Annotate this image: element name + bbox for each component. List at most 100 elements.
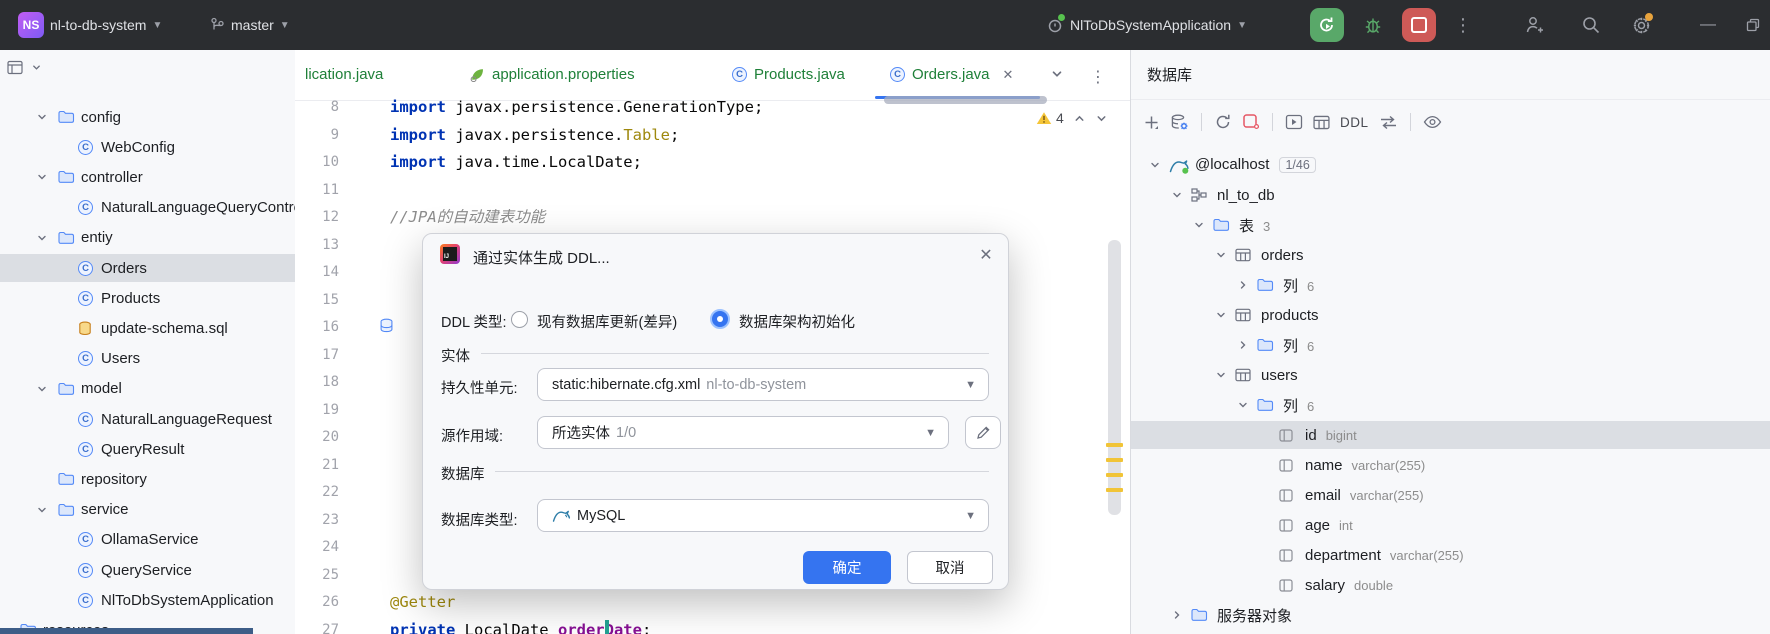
db-type-select[interactable]: MySQL ▼ [537, 499, 989, 532]
edit-entities-button[interactable] [965, 416, 1001, 449]
warning-stripe-mark[interactable] [1106, 488, 1123, 492]
minimize-button[interactable]: — [1695, 12, 1721, 38]
chevron-down-icon[interactable] [36, 383, 50, 395]
pencil-icon [976, 426, 990, 439]
db-item-列[interactable]: 列6 [1131, 391, 1770, 419]
class-icon: C [78, 592, 93, 608]
tab-list-chevron-icon[interactable] [1050, 67, 1064, 81]
tab-Products.java[interactable]: C Products.java [732, 50, 845, 99]
chevron-down-icon[interactable] [1193, 219, 1207, 231]
restore-window-button[interactable] [1740, 12, 1766, 38]
stop-button[interactable] [1402, 8, 1436, 42]
project-item-controller[interactable]: controller [0, 163, 295, 191]
project-item-QueryResult[interactable]: C QueryResult [0, 435, 295, 463]
chevron-down-icon[interactable] [1215, 309, 1229, 321]
project-item-config[interactable]: config [0, 103, 295, 131]
ok-button[interactable]: 确定 [803, 551, 891, 584]
branch-widget[interactable]: master ▼ [210, 0, 290, 50]
chevron-down-icon[interactable] [1237, 399, 1251, 411]
db-settings-icon[interactable] [1170, 114, 1189, 131]
chevron-down-icon[interactable] [36, 504, 50, 516]
compare-icon[interactable] [1379, 115, 1398, 130]
project-item-service[interactable]: service [0, 496, 295, 524]
db-item-users[interactable]: users [1131, 361, 1770, 389]
editor-caret [605, 620, 609, 634]
add-icon[interactable] [1143, 114, 1160, 131]
table-view-icon[interactable] [1313, 115, 1330, 130]
chevron-down-icon[interactable] [36, 232, 50, 244]
disconnect-icon[interactable] [1242, 113, 1260, 131]
db-item-@localhost[interactable]: @localhost 1/46 [1131, 151, 1770, 179]
db-item-email[interactable]: email varchar(255) [1131, 481, 1770, 509]
add-user-icon[interactable] [1522, 12, 1548, 38]
db-item-age[interactable]: age int [1131, 511, 1770, 539]
project-item-OllamaService[interactable]: C OllamaService [0, 526, 295, 554]
db-item-nl_to_db[interactable]: nl_to_db [1131, 181, 1770, 209]
project-item-repository[interactable]: repository [0, 465, 295, 493]
project-item-Products[interactable]: C Products [0, 284, 295, 312]
warning-stripe-mark[interactable] [1106, 458, 1123, 462]
gutter-database-icon[interactable] [379, 318, 394, 333]
project-panel-header[interactable] [0, 54, 295, 80]
chevron-down-icon[interactable] [1171, 189, 1185, 201]
search-icon[interactable] [1578, 12, 1604, 38]
run-config-widget[interactable]: NlToDbSystemApplication ▼ [1046, 0, 1247, 50]
settings-gear-icon[interactable] [1628, 12, 1654, 38]
radio-update-label[interactable]: 现有数据库更新(差异) [537, 311, 677, 332]
db-item-department[interactable]: department varchar(255) [1131, 541, 1770, 569]
db-item-salary[interactable]: salary double [1131, 571, 1770, 599]
project-panel-hscrollbar[interactable] [0, 628, 253, 634]
project-item-NaturalLanguageRequest[interactable]: C NaturalLanguageRequest [0, 405, 295, 433]
source-scope-select[interactable]: 所选实体 1/0 ▼ [537, 416, 949, 449]
debug-button[interactable] [1360, 12, 1386, 38]
chevron-right-icon[interactable] [1237, 279, 1251, 291]
tab-application.properties[interactable]: application.properties [470, 50, 635, 99]
chevron-right-icon[interactable] [1237, 339, 1251, 351]
warning-stripe-mark[interactable] [1106, 473, 1123, 477]
db-item-表[interactable]: 表3 [1131, 211, 1770, 239]
project-item-QueryService[interactable]: C QueryService [0, 556, 295, 584]
refresh-icon[interactable] [1214, 113, 1232, 131]
chevron-down-icon[interactable] [36, 111, 50, 123]
more-actions-button[interactable]: ⋮ [1450, 12, 1476, 38]
project-item-Users[interactable]: C Users [0, 345, 295, 373]
close-icon[interactable]: ✕ [975, 244, 997, 266]
project-item-WebConfig[interactable]: C WebConfig [0, 133, 295, 161]
db-item-name[interactable]: name varchar(255) [1131, 451, 1770, 479]
radio-init-schema[interactable] [710, 309, 730, 329]
db-item-列[interactable]: 列6 [1131, 271, 1770, 299]
project-widget[interactable]: NS nl-to-db-system ▼ [18, 0, 162, 50]
ddl-text[interactable]: DDL [1340, 115, 1369, 130]
cancel-button[interactable]: 取消 [907, 551, 993, 584]
chevron-down-icon[interactable] [1215, 369, 1229, 381]
db-item-orders[interactable]: orders [1131, 241, 1770, 269]
db-item-列[interactable]: 列6 [1131, 331, 1770, 359]
db-item-products[interactable]: products [1131, 301, 1770, 329]
tab-lication.java[interactable]: lication.java [305, 50, 383, 99]
rerun-button[interactable] [1310, 8, 1344, 42]
radio-init-label[interactable]: 数据库架构初始化 [739, 311, 855, 332]
persistence-unit-select[interactable]: static:hibernate.cfg.xml nl-to-db-system… [537, 368, 989, 401]
eye-icon[interactable] [1423, 115, 1442, 129]
db-item-id[interactable]: id bigint [1131, 421, 1770, 449]
warning-stripe-mark[interactable] [1106, 443, 1123, 447]
close-tab-icon[interactable]: ✕ [1003, 67, 1014, 83]
chevron-right-icon[interactable] [1171, 609, 1185, 621]
project-item-NlToDbSystemApplication[interactable]: C NlToDbSystemApplication [0, 586, 295, 614]
project-item-update-schema.sql[interactable]: update-schema.sql [0, 314, 295, 342]
project-item-Orders[interactable]: C Orders [0, 254, 295, 282]
chevron-down-icon[interactable] [36, 171, 50, 183]
chevron-down-icon[interactable] [1149, 159, 1163, 171]
project-item-model[interactable]: model [0, 375, 295, 403]
class-icon: C [78, 562, 93, 578]
radio-update-existing[interactable] [511, 311, 528, 328]
run-console-icon[interactable] [1285, 114, 1303, 130]
tab-Orders.java[interactable]: C Orders.java ✕ [890, 50, 1013, 99]
tab-options-kebab-icon[interactable]: ⋮ [1090, 67, 1106, 87]
line-number: 9 [330, 126, 339, 143]
db-item-服务器对象[interactable]: 服务器对象 [1131, 601, 1770, 629]
chevron-down-icon[interactable] [1215, 249, 1229, 261]
project-item-entiy[interactable]: entiy [0, 224, 295, 252]
project-item-NaturalLanguageQueryControll[interactable]: C NaturalLanguageQueryControll [0, 194, 295, 222]
item-label: controller [81, 168, 143, 186]
